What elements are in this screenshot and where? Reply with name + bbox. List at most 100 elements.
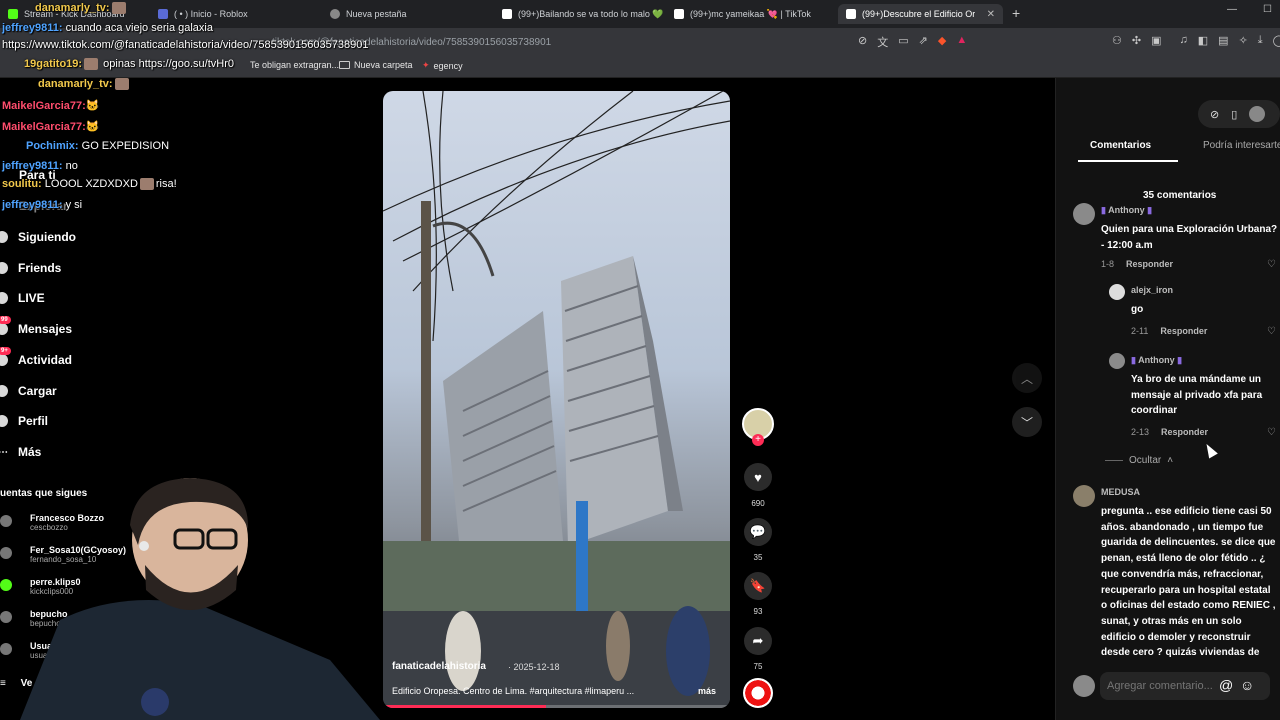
street-building	[383, 541, 730, 611]
minimize-icon[interactable]: —	[1227, 4, 1237, 15]
new-tab-button[interactable]: +	[1012, 5, 1020, 21]
avatar[interactable]	[1073, 203, 1095, 225]
comment-icon: 💬	[749, 524, 767, 539]
puzzle-icon[interactable]: ✣	[1132, 34, 1141, 47]
tab-tiktok-oropesa[interactable]: (99+)Descubre el Edificio Oropes ✕	[838, 4, 1003, 24]
like-count: 690	[751, 499, 765, 508]
video-player[interactable]	[383, 91, 730, 708]
sidebar-item-siguiendo[interactable]: Siguiendo	[0, 230, 76, 244]
sidebar-item-perfil[interactable]: Perfil	[0, 414, 48, 428]
sidebar-icon[interactable]: ◧	[1198, 34, 1208, 47]
video-progress-fill	[383, 705, 547, 708]
comment-text: Ya bro de una mándame un mensaje al priv…	[1131, 374, 1263, 417]
caption-more-link[interactable]: más	[698, 686, 716, 696]
save-button[interactable]: 🔖	[744, 572, 772, 600]
building-left	[443, 311, 563, 581]
reply-button[interactable]: Responder	[1126, 259, 1173, 269]
video-author[interactable]: fanaticadelahistoria	[392, 661, 486, 672]
extension-icon[interactable]: ▣	[1151, 34, 1161, 47]
emoji-icon[interactable]: ☺	[1240, 677, 1254, 693]
avatar[interactable]	[1073, 485, 1095, 507]
like-button[interactable]: ♥	[744, 463, 772, 491]
avatar[interactable]	[1109, 284, 1125, 300]
maximize-icon[interactable]: ☐	[1263, 4, 1272, 15]
sidebar-item-label: Cargar	[18, 384, 57, 398]
sidebar-item-cargar[interactable]: Cargar	[0, 384, 57, 398]
next-video-button[interactable]: ﹀	[1012, 407, 1042, 437]
tab-roblox[interactable]: ( • ) Inicio - Roblox	[150, 4, 320, 24]
share-button[interactable]: ➦	[744, 627, 772, 655]
comment-meta: 2-11 Responder	[1131, 326, 1207, 336]
close-tab-icon[interactable]: ✕	[987, 9, 995, 20]
eye-off-icon[interactable]: ⊘	[858, 34, 867, 50]
live-icon	[0, 292, 8, 304]
compass-icon[interactable]: ⊘	[1210, 108, 1219, 121]
bookmark-item[interactable]: ✦ egency	[422, 60, 463, 71]
previous-video-button[interactable]: ︿	[1012, 363, 1042, 393]
sidebar-item-live[interactable]: LIVE	[0, 291, 45, 305]
chat-text: risa!	[155, 178, 177, 190]
music-icon[interactable]: ♫	[1180, 34, 1188, 47]
comment-user[interactable]: ▮ Anthony ▮	[1101, 205, 1152, 216]
screen-icon[interactable]: ▭	[898, 34, 908, 50]
message-icon	[0, 323, 8, 335]
tab-label: Nueva pestaña	[346, 9, 407, 19]
profile-icon[interactable]: ◯	[1273, 34, 1280, 47]
bookmark-label: Te obligan extragran...	[250, 60, 340, 70]
follow-plus-icon[interactable]: +	[752, 434, 764, 446]
translate-icon[interactable]: 文	[877, 34, 888, 50]
chat-line: Pochimix: GO EXPEDISION	[2, 140, 169, 152]
mention-icon[interactable]: @	[1219, 677, 1233, 693]
tab-related[interactable]: Podría interesarte	[1203, 140, 1280, 151]
comment-user[interactable]: ▮ Anthony ▮	[1131, 355, 1182, 366]
download-icon[interactable]: ⤓	[1258, 34, 1263, 47]
brave-rewards-icon[interactable]: ▲	[956, 34, 967, 50]
divider	[1105, 460, 1123, 461]
tab-tiktok-bailando[interactable]: (99+)Bailando se va todo lo malo 💚	[494, 4, 664, 24]
bookmark-item[interactable]: Te obligan extragran...	[250, 60, 339, 70]
hide-replies-button[interactable]: Ocultar ˄	[1105, 455, 1173, 466]
sidebar-item-label: Actividad	[18, 353, 73, 367]
comment-button[interactable]: 💬	[744, 518, 772, 546]
earbud-shape	[139, 541, 149, 551]
reply-button[interactable]: Responder	[1160, 326, 1207, 336]
extension-icon[interactable]: ⚇	[1112, 34, 1122, 47]
chevron-up-icon: ˄	[1167, 455, 1174, 466]
sidebar-item-mas[interactable]: ⋯ Más	[0, 445, 41, 459]
comment-username[interactable]: alejx_iron	[1131, 285, 1173, 295]
power-lines	[383, 91, 730, 342]
chat-text: cuando aca viejo seria galaxia	[62, 22, 213, 34]
tab-comments[interactable]: Comentarios	[1090, 140, 1151, 151]
leo-icon[interactable]: ✧	[1239, 34, 1248, 47]
window-controls: — ☐	[1227, 4, 1280, 15]
music-disc-icon[interactable]	[743, 678, 773, 708]
sidebar-item-mensajes[interactable]: 99 Mensajes	[0, 316, 72, 336]
notification-badge: 99	[0, 316, 11, 324]
share-arrow-icon: ➦	[752, 633, 764, 648]
reply-button[interactable]: Responder	[1161, 427, 1208, 437]
save-count: 93	[753, 607, 763, 616]
chat-line: 19gatito19: opinas https://goo.su/tvHr0	[2, 58, 234, 71]
avatar[interactable]	[1249, 106, 1266, 122]
tiktok-favicon-icon	[674, 9, 684, 19]
bookmark-folder[interactable]: Nueva carpeta	[339, 60, 413, 70]
tab-new[interactable]: Nueva pestaña	[322, 4, 492, 24]
tab-tiktok-yameikaa[interactable]: (99+)mc yameikaa 💘 | TikTok	[666, 4, 836, 24]
phone-icon[interactable]: ▯	[1231, 108, 1237, 121]
comment-text: go	[1131, 304, 1144, 315]
like-comment-icon[interactable]: ♡	[1267, 326, 1276, 337]
chat-line: jeffrey9811: cuando aca viejo seria gala…	[2, 22, 213, 34]
wallet-icon[interactable]: ▤	[1218, 34, 1228, 47]
sidebar-item-friends[interactable]: Friends	[0, 261, 61, 275]
share-icon[interactable]: ⇗	[919, 34, 928, 50]
video-progress-bar[interactable]	[383, 705, 730, 708]
sidebar-item-actividad[interactable]: 9+ Actividad	[0, 347, 73, 367]
avatar[interactable]	[1109, 353, 1125, 369]
comment-username[interactable]: MEDUSA	[1101, 487, 1140, 497]
tab-label: (99+)mc yameikaa 💘 | TikTok	[690, 8, 811, 19]
like-comment-icon[interactable]: ♡	[1267, 427, 1276, 438]
brave-shield-icon[interactable]: ◆	[938, 34, 946, 50]
like-comment-icon[interactable]: ♡	[1267, 259, 1276, 270]
friends-icon	[0, 262, 8, 274]
chevron-down-icon: ﹀	[1020, 415, 1033, 430]
